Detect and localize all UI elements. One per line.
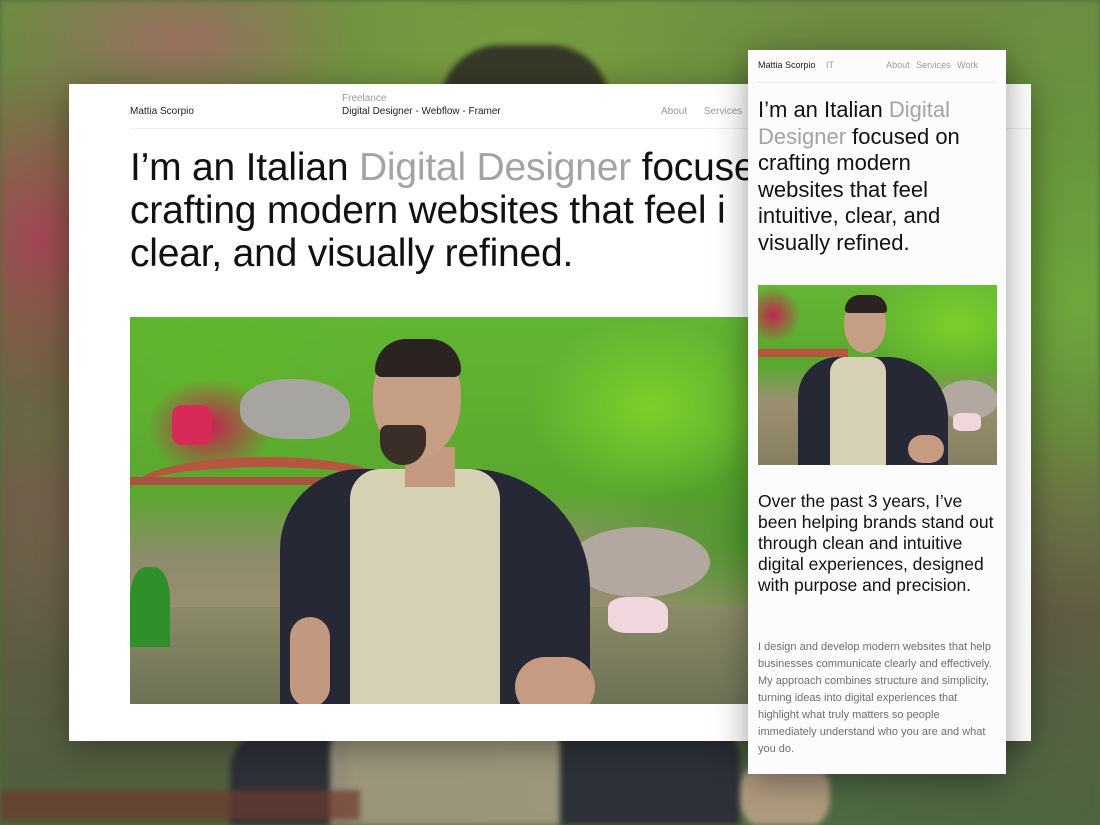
desktop-hero-line3: clear, and visually refined.: [130, 232, 574, 275]
mobile-subheading: Over the past 3 years, I’ve been helping…: [758, 491, 994, 595]
photo-rock: [240, 379, 350, 439]
photo-pink-rock: [608, 597, 668, 633]
mobile-body-text: I design and develop modern websites tha…: [758, 641, 992, 755]
mobile-hero-heading: I’m an Italian Digital Designer focused …: [758, 97, 998, 256]
mobile-nav-about[interactable]: About: [886, 60, 910, 70]
desktop-hero-line1-pre: I’m an Italian: [130, 146, 359, 189]
mobile-site-preview: Mattia Scorpio IT About Services Work I’…: [748, 50, 1006, 774]
mobile-photo-bridge: [758, 349, 848, 357]
photo-arm: [515, 657, 595, 704]
mobile-portrait-photo: [758, 285, 997, 465]
mobile-nav-links: About Services Work: [882, 60, 978, 70]
photo-hair: [375, 339, 461, 377]
mobile-nav-work[interactable]: Work: [957, 60, 978, 70]
photo-rock-right: [570, 527, 710, 597]
mobile-photo-shirt: [830, 357, 886, 465]
desktop-hero-line1-post: focuse: [631, 146, 756, 189]
mobile-hero-pre: I’m an Italian: [758, 97, 889, 122]
desktop-role-label: Freelance: [342, 93, 387, 104]
background-bridge-rail: [0, 790, 360, 820]
desktop-nav-services[interactable]: Services: [704, 106, 742, 117]
mobile-nav-services[interactable]: Services: [916, 60, 951, 70]
mobile-photo-hair: [845, 295, 887, 313]
mobile-language-switch[interactable]: IT: [826, 60, 834, 70]
mobile-brand-link[interactable]: Mattia Scorpio: [758, 60, 816, 70]
photo-arm-left: [290, 617, 330, 704]
mobile-photo-arm: [908, 435, 944, 463]
photo-background-person: [172, 405, 212, 445]
photo-shirt: [350, 469, 500, 704]
desktop-hero-line2: crafting modern websites that feel i: [130, 189, 726, 232]
desktop-nav-about[interactable]: About: [661, 106, 687, 117]
desktop-portrait-photo: [130, 317, 770, 704]
desktop-brand-link[interactable]: Mattia Scorpio: [130, 106, 194, 117]
desktop-hero-accent: Digital Designer: [358, 146, 632, 189]
mobile-photo-pink-rock: [953, 413, 981, 431]
mobile-navbar: Mattia Scorpio IT About Services Work: [758, 50, 996, 83]
photo-grass: [130, 567, 170, 647]
desktop-role: Digital Designer - Webflow - Framer: [342, 106, 501, 117]
